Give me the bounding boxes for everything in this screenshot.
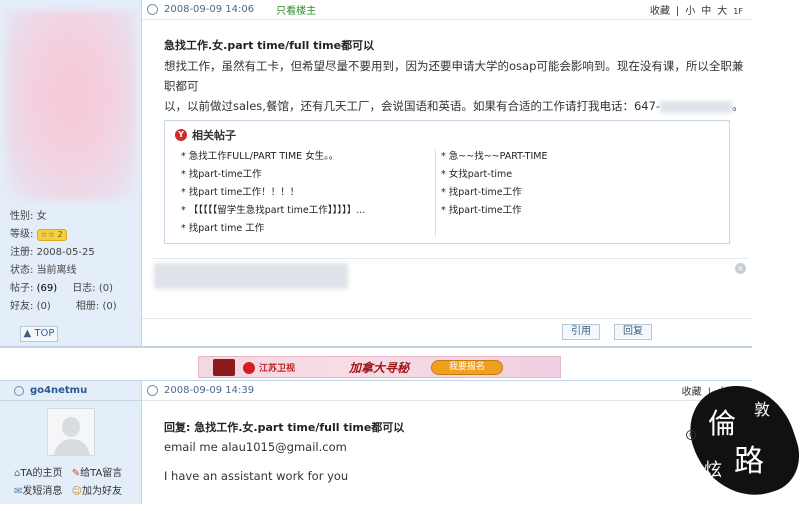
- reply-button[interactable]: 回复: [614, 324, 652, 340]
- related-divider: [435, 149, 436, 237]
- post-title: 急找工作.女.part time/full time都可以: [164, 39, 375, 52]
- avatar: [6, 10, 136, 200]
- add-friend-link[interactable]: 加为好友: [82, 486, 122, 497]
- posts-label: 帖子:: [10, 283, 34, 294]
- ad-channel: 江苏卫视: [259, 364, 296, 374]
- related-post-link[interactable]: * 找part-time工作: [441, 202, 691, 220]
- quote-button[interactable]: 引用: [562, 324, 600, 340]
- related-post-link[interactable]: * 急找工作FULL/PART TIME 女生。。: [181, 148, 431, 166]
- watermark-char: 敦: [754, 400, 771, 419]
- blog-count[interactable]: (0): [99, 283, 113, 294]
- ad-channel-logo-icon: [243, 362, 255, 374]
- post-date: 2008-09-09 14:06: [164, 4, 255, 15]
- ad-slogan: 加拿大寻秘: [349, 361, 410, 375]
- user-actions: ⌂TA的主页 ✎给TA留言 ✉发短消息 ☺加为好友: [14, 465, 142, 501]
- clock-icon: [147, 4, 158, 15]
- send-message-link[interactable]: 发短消息: [22, 486, 62, 497]
- avatar-head-icon: [62, 417, 80, 437]
- close-icon[interactable]: ×: [735, 263, 746, 274]
- clock-icon: [147, 385, 158, 396]
- friends-label: 好友:: [10, 301, 34, 312]
- related-post-link[interactable]: * 找part-time工作: [181, 166, 431, 184]
- only-op-link[interactable]: 只看楼主: [276, 2, 316, 17]
- related-list-right: * 急~~找~~PART-TIME * 女找part-time * 找part-…: [441, 148, 691, 220]
- related-post-link[interactable]: * 急~~找~~PART-TIME: [441, 148, 691, 166]
- floor-number: 1F: [733, 7, 743, 16]
- ad-signup-button[interactable]: 我要报名: [431, 360, 503, 375]
- post2-user-header: go4netmu: [0, 381, 141, 401]
- related-posts-box: Y 相关帖子 * 急找工作FULL/PART TIME 女生。。 * 找part…: [164, 120, 730, 244]
- avatar-body-icon: [54, 439, 90, 455]
- posts-count[interactable]: (69): [37, 283, 58, 294]
- signature-area: ×: [152, 258, 748, 292]
- post1-main: 2008-09-09 14:06 只看楼主 收藏 | 小中大 1F 急找工作.女.pa…: [142, 0, 752, 346]
- watermark-mark-icon: ®: [686, 430, 696, 440]
- font-medium-link[interactable]: 中: [701, 6, 711, 17]
- related-post-link[interactable]: * 女找part-time: [441, 166, 691, 184]
- right-margin: [752, 0, 800, 346]
- arrow-up-icon: ▲: [23, 328, 32, 339]
- post-date: 2008-09-09 14:39: [164, 385, 255, 396]
- username-link[interactable]: go4netmu: [30, 385, 87, 396]
- post-tools: 收藏 | 小中大 1F: [649, 6, 743, 17]
- online-status-icon: [14, 385, 24, 396]
- gender-value: 女: [36, 211, 47, 222]
- related-post-link[interactable]: * 【【【【【留学生急找part time工作】】】】】...: [181, 202, 431, 220]
- default-avatar: [47, 408, 95, 456]
- post2-sidebar: go4netmu ⌂TA的主页 ✎给TA留言 ✉发短消息 ☺加为好友: [0, 380, 142, 504]
- post-footer: 引用 回复: [142, 318, 752, 346]
- related-post-link[interactable]: * 找part time工作！！！！: [181, 184, 431, 202]
- level-label: 等级:: [10, 229, 34, 240]
- font-small-link[interactable]: 小: [685, 6, 695, 17]
- blurred-signature: [154, 263, 348, 289]
- top-button[interactable]: ▲ TOP: [20, 326, 58, 342]
- reply-line-email: email me alau1015@gmail.com: [164, 440, 347, 454]
- reply-line-work: I have an assistant work for you: [164, 469, 349, 483]
- related-logo-icon: Y: [175, 129, 187, 141]
- watermark-char: 倫: [708, 407, 737, 440]
- favorite-link[interactable]: 收藏: [650, 6, 670, 17]
- add-friend-icon: ☺: [71, 486, 83, 497]
- message-link[interactable]: 给TA留言: [80, 468, 122, 479]
- related-post-link[interactable]: * 找part time 工作: [181, 220, 431, 238]
- watermark-logo: ® 倫 敦 路 炫: [676, 371, 800, 511]
- gender-label: 性别:: [10, 211, 34, 222]
- watermark-char: 炫: [704, 460, 722, 481]
- post2-main: 2008-09-09 14:39 收藏|小中 回复: 急找工作.女.part t…: [142, 380, 752, 504]
- reply-title: 回复: 急找工作.女.part time/full time都可以: [164, 421, 405, 434]
- related-list-left: * 急找工作FULL/PART TIME 女生。。 * 找part-time工作…: [181, 148, 431, 238]
- status-value: 当前离线: [36, 265, 77, 276]
- albums-label: 相册:: [75, 301, 100, 312]
- post1-sidebar: 性别: 女 等级: ☆☆ 2 注册: 2008-05-25 状态: 当前离线 帖…: [0, 0, 142, 346]
- related-post-link[interactable]: * 找part-time工作: [441, 184, 691, 202]
- register-label: 注册:: [10, 247, 34, 258]
- post1-header: 2008-09-09 14:06 只看楼主 收藏 | 小中大 1F: [142, 0, 752, 20]
- redacted-phone: [660, 100, 733, 113]
- font-large-link[interactable]: 大: [717, 6, 727, 17]
- ad-logo-icon: [213, 359, 235, 376]
- pencil-icon: ✎: [71, 468, 81, 479]
- status-label: 状态:: [10, 265, 34, 276]
- register-date: 2008-05-25: [36, 247, 95, 258]
- friends-count[interactable]: (0): [37, 301, 51, 312]
- level-badge: ☆☆ 2: [36, 229, 67, 241]
- ad-banner[interactable]: 江苏卫视 加拿大寻秘 我要报名: [198, 356, 561, 378]
- watermark-char: 路: [734, 444, 764, 479]
- related-posts-header: Y 相关帖子: [175, 127, 236, 143]
- blog-label: 日志:: [72, 283, 96, 294]
- post2-header: 2008-09-09 14:39 收藏|小中: [142, 381, 752, 401]
- user-info: 性别: 女 等级: ☆☆ 2 注册: 2008-05-25 状态: 当前离线 帖…: [10, 208, 140, 316]
- albums-count[interactable]: (0): [102, 301, 116, 312]
- homepage-link[interactable]: TA的主页: [20, 468, 62, 479]
- post-separator: [0, 346, 752, 348]
